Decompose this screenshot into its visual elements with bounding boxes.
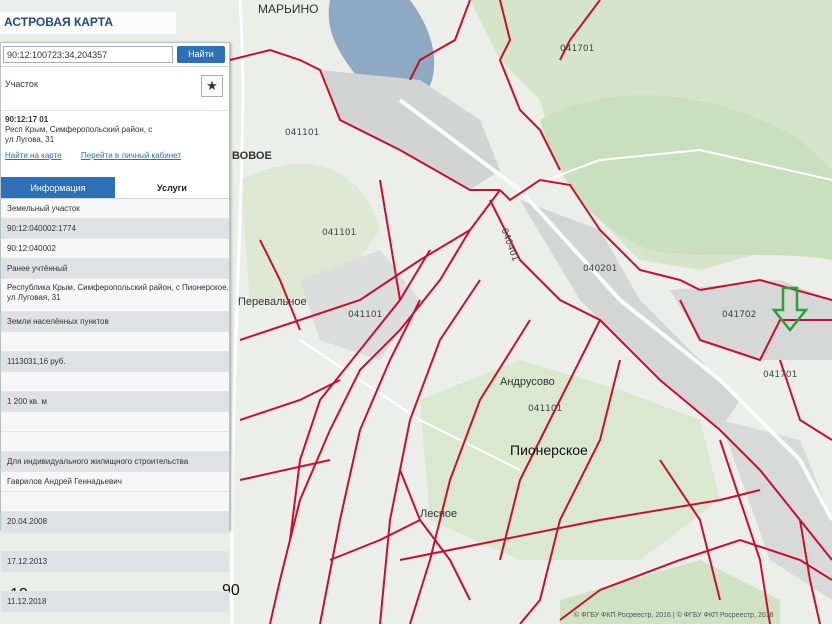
village-label: Андрусово [500,376,555,388]
object-header: Участок ★ [1,67,229,111]
block-number-label: 040201 [583,264,618,274]
attribute-row: Гаврилов Андрей Геннадьевич [1,472,229,492]
search-input[interactable]: 90:12:100723:34,204357 [3,46,173,63]
panel-tabs: Информация Услуги [1,177,229,199]
attribute-row: 20.04.2008 [1,512,229,532]
attribute-list: Земельный участок 90:12:040002:1774 90:1… [1,199,229,612]
attribute-row [1,332,229,352]
village-label: МАРЬИНО [258,2,319,16]
attribute-row: 1 200 кв. м [1,392,229,412]
copyright-text: © ФГБУ ФКП Росреестр, 2016 | © ФГБУ ФКП … [574,612,774,619]
attribute-row: Ранее учтённый [1,259,229,279]
attribute-row: 11.12.2018 [1,592,229,612]
attribute-row [1,412,229,432]
block-number-label: 041701 [560,44,595,54]
attribute-row: Республика Крым, Симферопольский район, … [1,279,229,312]
block-number-label: 041101 [322,228,357,238]
attribute-row: 90:12:040002:1774 [1,219,229,239]
object-info-panel: 90:12:100723:34,204357 Найти Участок ★ 9… [0,42,230,612]
attribute-row [1,572,229,592]
object-summary: 90:12:17 01 Респ Крым, Симферопольский р… [1,111,229,177]
tab-information[interactable]: Информация [1,177,115,198]
attribute-row [1,432,229,452]
block-number-label: 041101 [528,404,563,414]
attribute-row: Земли населённых пунктов [1,312,229,332]
search-bar: 90:12:100723:34,204357 Найти [1,43,229,67]
village-label: Лесное [420,508,458,520]
attribute-row: Земельный участок [1,199,229,219]
attribute-row: 90:12:040002 [1,239,229,259]
attribute-row: 17.12.2013 [1,552,229,572]
cabinet-link[interactable]: Перейти в личный кабинет [81,151,181,161]
attribute-row: 1113031,16 руб. [1,352,229,372]
app-title: АСТРОВАЯ КАРТА [4,15,114,29]
attribute-row: Для индивидуального жилищного строительс… [1,452,229,472]
village-label: Перевальное [238,296,307,308]
object-number: 90:12:17 01 [5,115,49,124]
attribute-row [1,372,229,392]
village-label-pionerskoe: Пионерское [510,442,588,458]
block-number-label: 041702 [722,310,757,320]
app-title-bar: АСТРОВАЯ КАРТА [0,12,176,34]
find-on-map-link[interactable]: Найти на карте [5,151,62,161]
block-number-label: 041101 [348,310,383,320]
search-button[interactable]: Найти [177,46,225,63]
object-type-title: Участок [5,79,38,89]
object-address-line2: ул Лугова, 31 [5,135,55,144]
star-icon[interactable]: ★ [201,75,223,97]
attribute-row [1,532,229,552]
attribute-row [1,492,229,512]
tab-services[interactable]: Услуги [115,177,229,198]
object-address-line1: Респ Крым, Симферопольский район, с [5,125,153,134]
block-number-label: 041701 [763,370,798,380]
village-label: ВОВОЕ [232,150,272,162]
block-number-label: 041101 [285,128,320,138]
